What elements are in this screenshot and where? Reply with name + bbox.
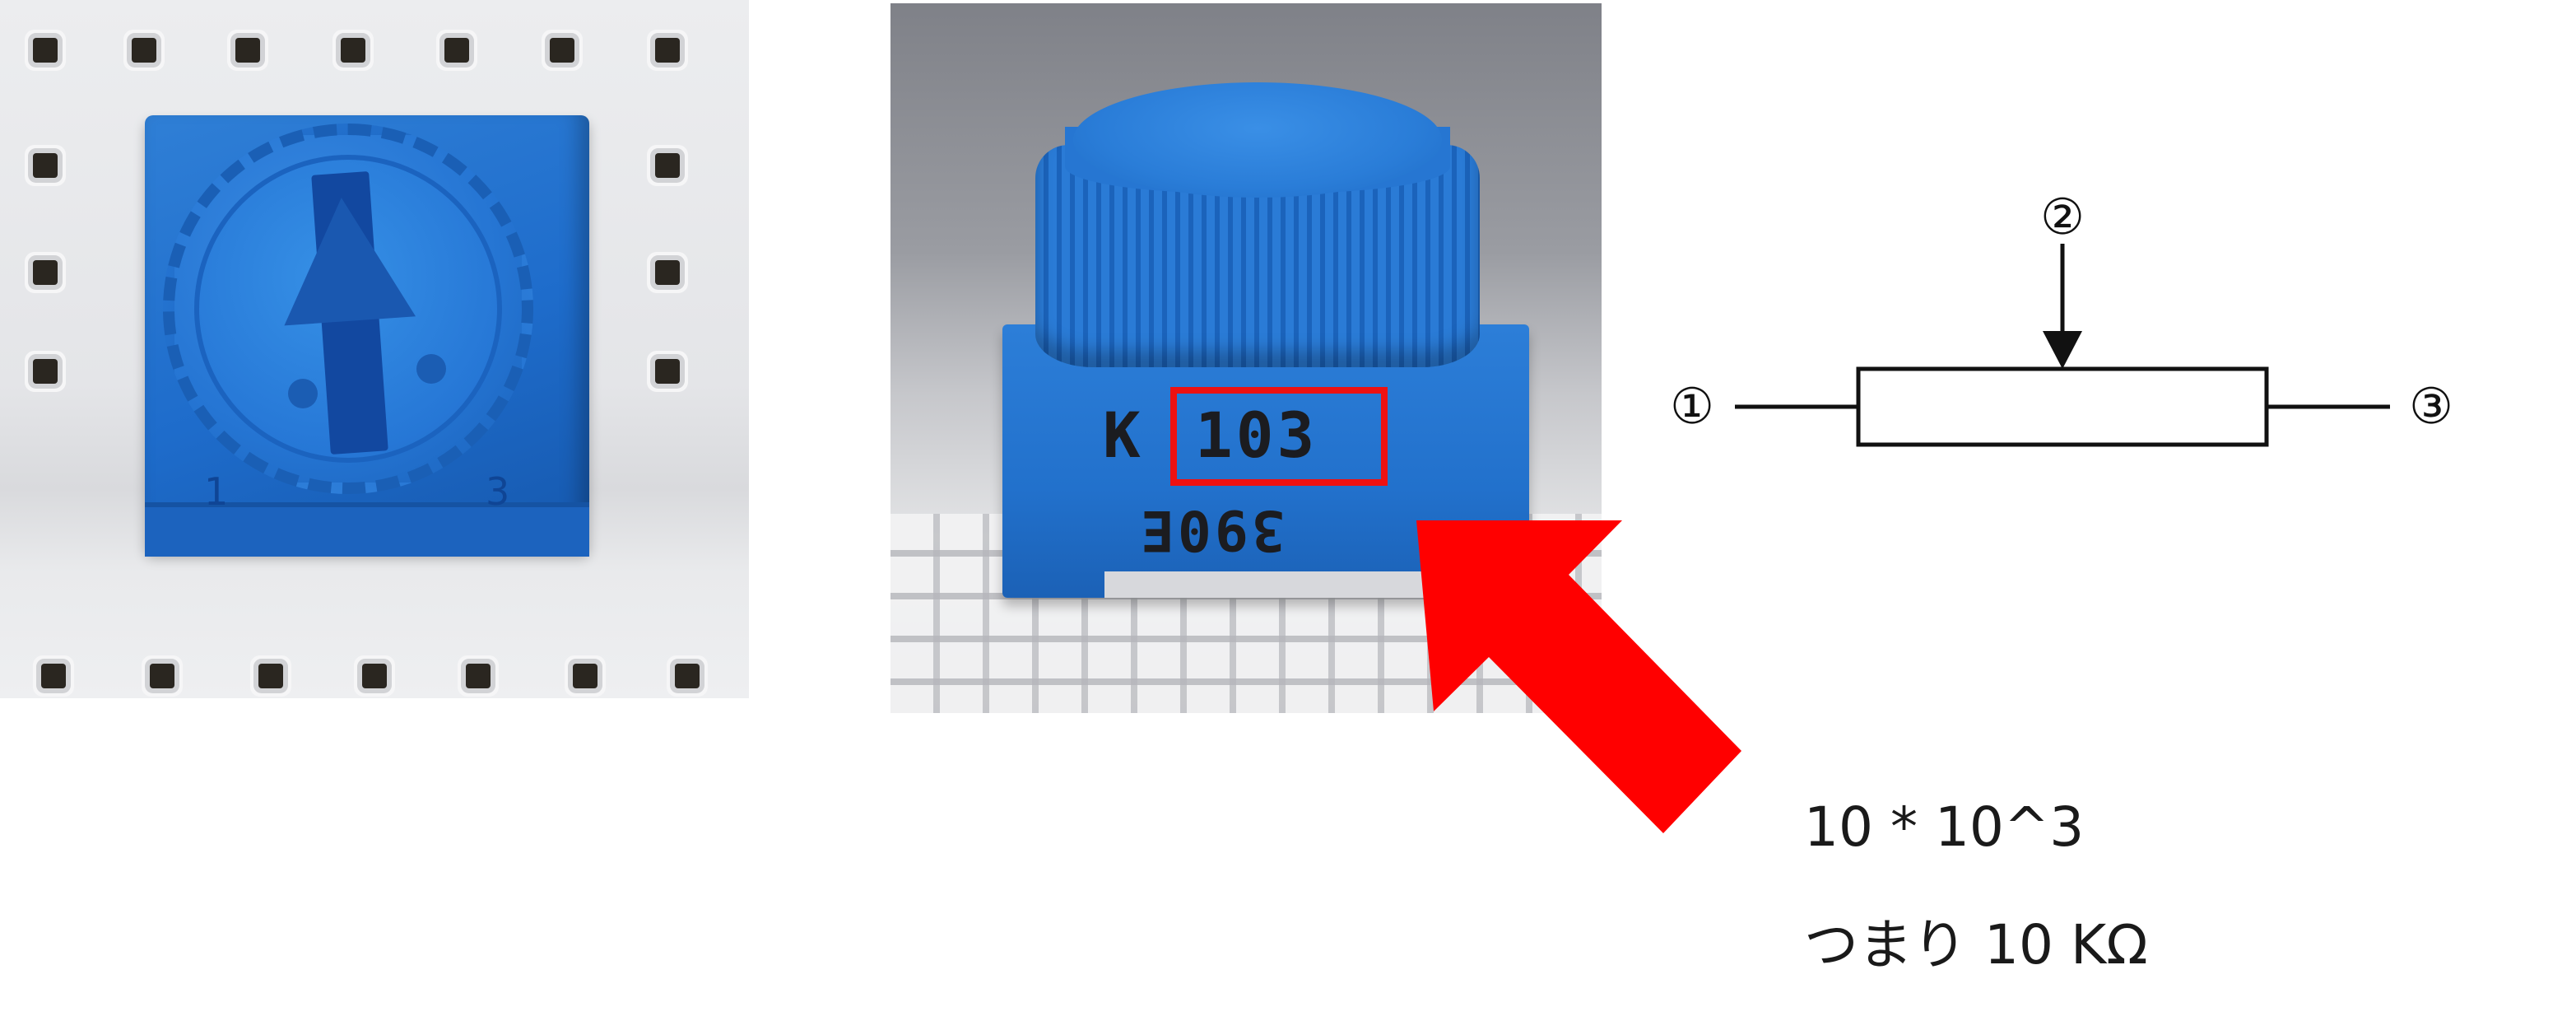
breadboard-hole — [573, 664, 598, 688]
breadboard-hole — [33, 153, 58, 178]
marking-lot-code: 390E — [1137, 497, 1286, 562]
red-pointer-arrow — [1416, 520, 1741, 833]
photo-potentiometer-top-view: 1 3 — [0, 0, 749, 698]
wiper-arrowhead — [2043, 331, 2082, 369]
value-code-highlight-box — [1170, 387, 1388, 486]
breadboard-hole — [362, 664, 387, 688]
dial-dimple — [416, 354, 446, 384]
potentiometer-knob-top — [1073, 82, 1442, 198]
breadboard-hole — [444, 38, 469, 63]
breadboard-hole — [150, 664, 174, 688]
terminal-2-label: ② — [2040, 189, 2085, 246]
terminal-3-label: ③ — [2409, 378, 2453, 436]
breadboard-hole — [655, 38, 680, 63]
breadboard-hole — [41, 664, 66, 688]
breadboard-hole — [655, 260, 680, 285]
resistor-body — [1856, 366, 2269, 447]
breadboard-hole — [655, 153, 680, 178]
potentiometer-foot-gap — [1104, 571, 1434, 598]
pin-label-1: 1 — [204, 469, 229, 514]
dial-dimple — [288, 379, 318, 408]
breadboard-hole — [132, 38, 156, 63]
breadboard-hole — [341, 38, 365, 63]
annotation-calculation: 10 * 10^3 — [1804, 795, 2085, 859]
breadboard-hole — [655, 359, 680, 384]
red-arrow-shape — [1416, 520, 1741, 833]
marking-prefix: K — [1103, 399, 1144, 472]
breadboard-hole — [33, 359, 58, 384]
breadboard-hole — [33, 38, 58, 63]
annotation-result: つまり 10 KΩ — [1804, 913, 2148, 977]
breadboard-hole — [33, 260, 58, 285]
breadboard-hole — [466, 664, 491, 688]
breadboard-hole — [235, 38, 260, 63]
pin-label-3: 3 — [486, 469, 510, 514]
breadboard-hole — [675, 664, 700, 688]
potentiometer-schematic: ① ② ③ — [1670, 189, 2453, 447]
terminal-1-label: ① — [1670, 378, 1714, 436]
dial-arrow-indicator — [275, 193, 416, 326]
breadboard-hole — [550, 38, 574, 63]
breadboard-hole — [258, 664, 283, 688]
